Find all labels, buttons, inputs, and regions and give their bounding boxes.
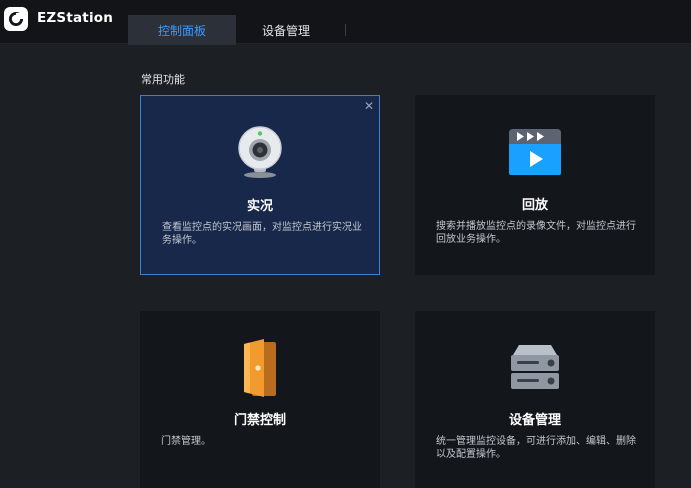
tab-divider bbox=[345, 24, 346, 36]
tab-dashboard[interactable]: 控制面板 bbox=[128, 15, 236, 45]
card-description: 门禁管理。 bbox=[161, 436, 211, 447]
card-description: 搜索并播放监控点的录像文件，对监控点进行回放业务操作。 bbox=[436, 221, 636, 245]
card-title: 实况 bbox=[246, 199, 273, 214]
section-title: 常用功能 bbox=[141, 73, 185, 86]
tab-device-management[interactable]: 设备管理 bbox=[236, 15, 336, 45]
webcam-icon bbox=[238, 126, 282, 178]
card-access-control[interactable]: 门禁控制 门禁管理。 bbox=[140, 311, 380, 488]
card-playback[interactable]: 回放 搜索并播放监控点的录像文件，对监控点进行回放业务操作。 bbox=[415, 95, 655, 275]
card-title: 设备管理 bbox=[508, 413, 561, 428]
card-description: 查看监控点的实况画面，对监控点进行实况业务操作。 bbox=[162, 222, 362, 246]
ezstation-logo-icon bbox=[4, 7, 28, 31]
door-icon bbox=[244, 339, 276, 397]
card-device-management[interactable]: 设备管理 统一管理监控设备，可进行添加、编辑、删除以及配置操作。 bbox=[415, 311, 655, 488]
card-title: 回放 bbox=[521, 198, 548, 213]
card-live-view[interactable]: ✕ 实况 查看监控点的实况画面，对监控点进行实况业务操作。 bbox=[140, 95, 380, 275]
top-bar: EZStation 控制面板 设备管理 bbox=[0, 0, 691, 45]
server-icon bbox=[511, 345, 559, 389]
video-playback-icon bbox=[509, 129, 561, 175]
close-icon[interactable]: ✕ bbox=[364, 99, 374, 113]
card-description: 统一管理监控设备，可进行添加、编辑、删除以及配置操作。 bbox=[436, 436, 636, 460]
app-name: EZStation bbox=[37, 10, 114, 26]
card-title: 门禁控制 bbox=[233, 413, 286, 428]
